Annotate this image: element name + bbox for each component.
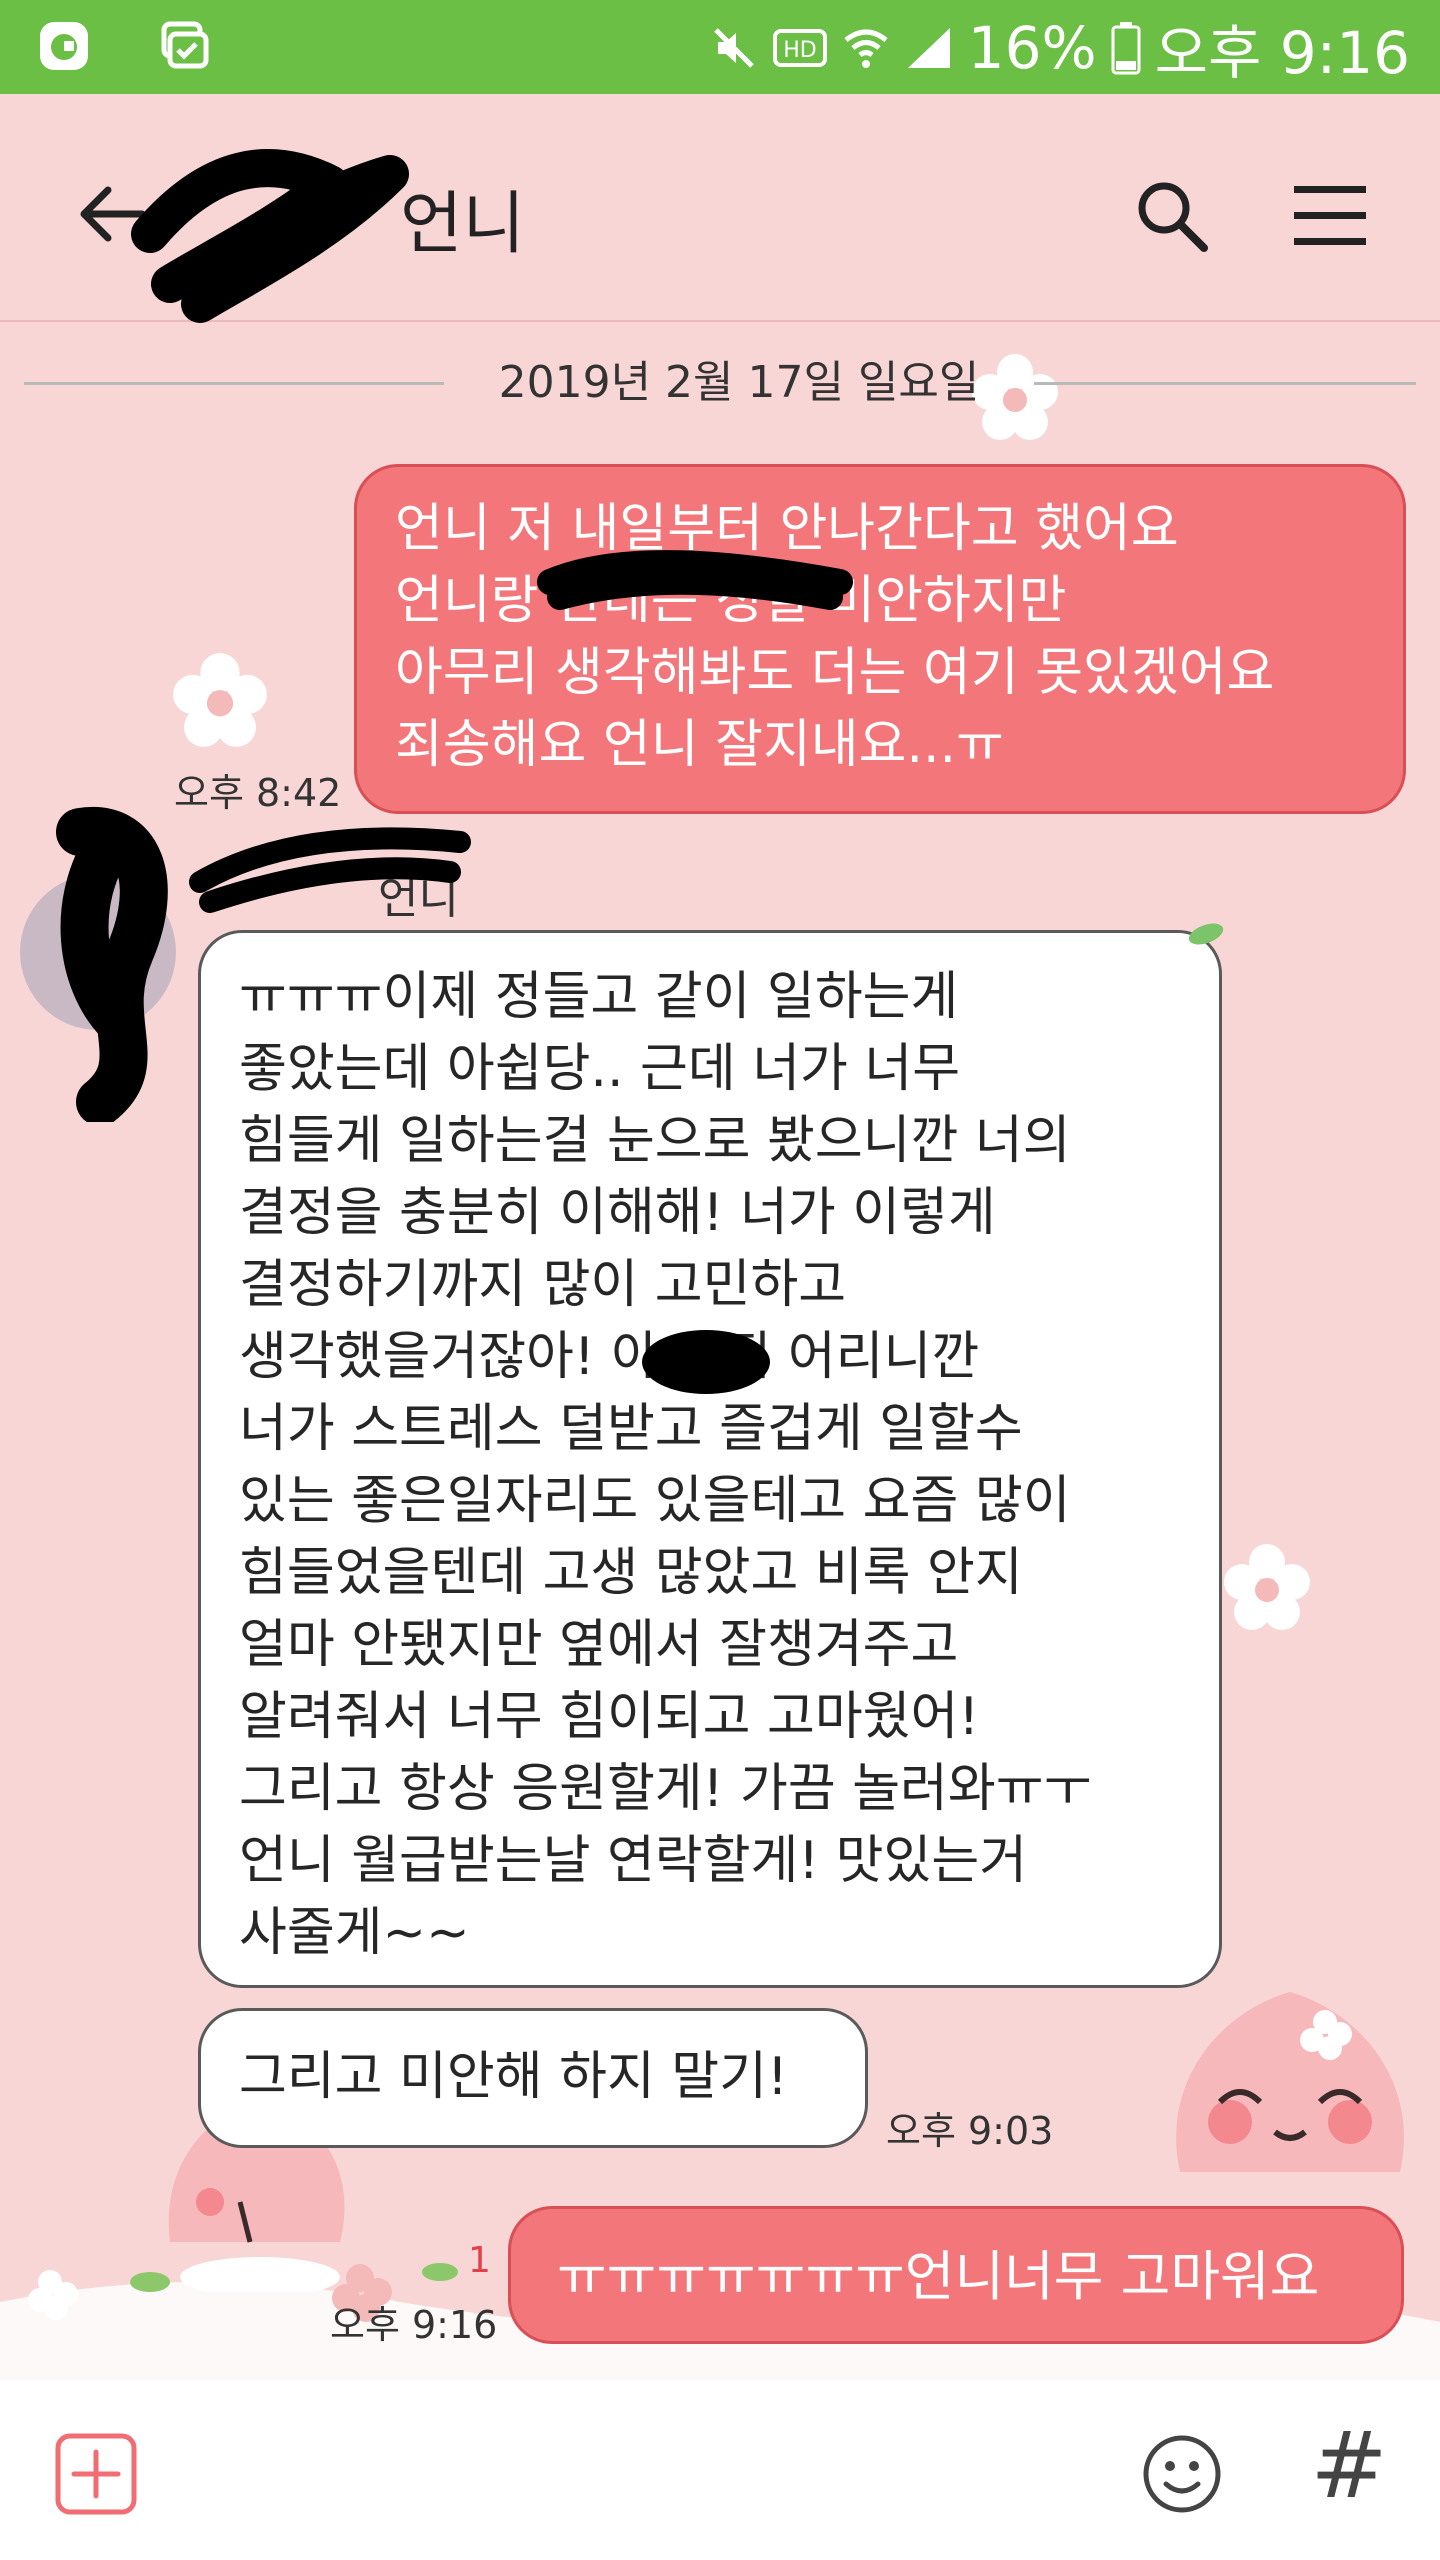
back-arrow-icon[interactable] [72,174,152,254]
hashtag-search-button[interactable]: # [1304,2416,1394,2516]
battery-icon [1111,22,1141,75]
hd-voice-icon: HD [772,29,827,67]
message-input-bar[interactable]: # [0,2380,1440,2560]
received-message-bubble[interactable]: 그리고 미안해 하지 말기! [198,2008,868,2148]
chat-title: 언니 [400,185,526,264]
flower-decoration-icon [1224,1544,1310,1630]
mute-icon [713,28,754,68]
add-attachment-icon[interactable] [54,2432,138,2516]
sent-message-bubble[interactable]: 언니 저 내일부터 안나간다고 했어요 언니랑 한테는 정말 미안하지만 아무리… [354,464,1406,814]
chat-header: 언니 [0,94,1440,323]
clock: 오후 9:16 [1154,19,1410,87]
search-icon[interactable] [1130,174,1214,258]
battery-percent: 16% [967,14,1097,82]
flower-decoration-icon [173,653,267,747]
message-timestamp: 오후 9:03 [886,2109,1054,2153]
unread-count: 1 [468,2240,491,2281]
svg-text:HD: HD [783,38,816,63]
status-bar: HD 16% 오후 9:16 [0,0,1440,94]
received-message-bubble[interactable]: ㅠㅠㅠ이제 정들고 같이 일하는게 좋았는데 아쉽당.. 근데 너가 너무 힘들… [198,930,1222,1988]
message-timestamp: 오후 8:42 [174,771,342,815]
menu-icon[interactable] [1290,176,1370,256]
date-text: 2019년 2월 17일 일요일 [498,357,980,408]
message-notification-icon [161,21,209,69]
emoji-icon[interactable] [1140,2432,1224,2516]
avatar[interactable] [20,874,176,1030]
signal-icon [907,28,950,68]
app-notification-icon [40,22,88,70]
leaf-decoration-icon [1188,923,1224,945]
date-divider: 2019년 2월 17일 일요일 [24,336,1416,432]
sent-message-bubble[interactable]: ㅠㅠㅠㅠㅠㅠㅠ언니너무 고마워요 [508,2206,1404,2344]
wifi-icon [844,29,888,68]
chat-area[interactable]: 2019년 2월 17일 일요일 언니 저 내일부터 안나간다고 했어요 언니랑… [0,322,1440,2382]
sender-name: 언니 [378,873,459,924]
peach-character-icon [1176,1992,1404,2172]
message-timestamp: 오후 9:16 [330,2303,498,2347]
